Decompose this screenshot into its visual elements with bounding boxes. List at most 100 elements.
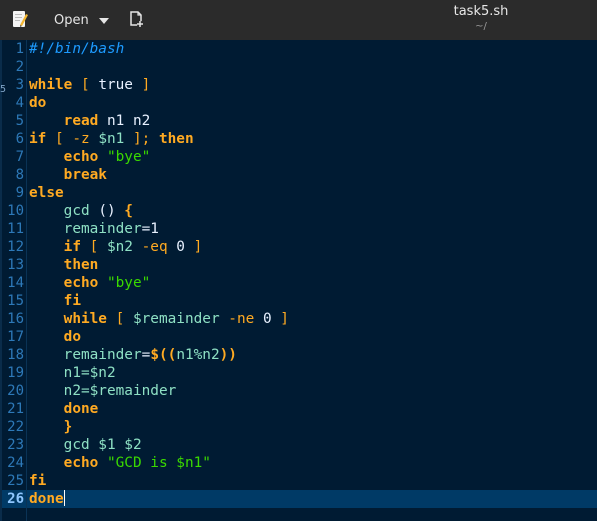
line-number: 1	[15, 41, 24, 57]
code-line-16[interactable]: while [ $remainder -ne 0 ]	[29, 310, 597, 328]
bracket-token: ]	[132, 77, 151, 93]
code-line-2[interactable]	[29, 58, 597, 76]
keyword-token: while	[63, 311, 107, 327]
code-line-26[interactable]: done	[29, 490, 597, 508]
keyword-token: do	[29, 95, 47, 111]
document-path: ~/	[475, 21, 487, 32]
code-line-10[interactable]: gcd () {	[29, 202, 597, 220]
code-line-1[interactable]: #!/bin/bash	[29, 40, 597, 58]
variable-token: n2	[63, 383, 81, 399]
option-token: -eq	[132, 239, 168, 255]
bracket-token: ]	[271, 311, 289, 327]
code-line-8[interactable]: break	[29, 166, 597, 184]
code-line-5[interactable]: read n1 n2	[29, 112, 597, 130]
code-line-18[interactable]: remainder=$((n1%n2))	[29, 346, 597, 364]
open-button[interactable]: Open	[44, 6, 119, 34]
line-number: 8	[15, 167, 24, 183]
keyword-token: echo	[63, 275, 99, 291]
keyword-token: then	[150, 131, 194, 147]
new-document-icon[interactable]	[128, 10, 148, 30]
chevron-down-icon	[98, 18, 109, 24]
expression-token: n1%n2	[176, 347, 220, 363]
word-token: 0	[254, 311, 272, 327]
code-line-7[interactable]: echo "bye"	[29, 148, 597, 166]
text-editor-icon	[12, 10, 28, 28]
variable-token: remainder	[63, 221, 142, 237]
line-number: 23	[7, 437, 24, 453]
variable-token: $remainder	[124, 311, 220, 327]
line-number: 21	[7, 401, 24, 417]
code-line-23[interactable]: gcd $1 $2	[29, 436, 597, 454]
line-number: 25	[7, 473, 24, 489]
text-cursor	[63, 490, 65, 506]
word-token: =1	[141, 221, 159, 237]
bracket-token: ]	[184, 239, 203, 255]
code-line-15[interactable]: fi	[29, 292, 597, 310]
code-line-6[interactable]: if [ -z $n1 ]; then	[29, 130, 597, 148]
brace-token: {	[115, 203, 133, 219]
variable-token: remainder	[63, 347, 142, 363]
keyword-token: fi	[63, 293, 81, 309]
code-line-9[interactable]: else	[29, 184, 597, 202]
variable-token: n1	[63, 365, 81, 381]
operator-token: =	[141, 347, 151, 363]
line-number: 17	[7, 329, 24, 345]
line-number: 16	[7, 311, 24, 327]
keyword-token: echo	[63, 455, 99, 471]
window-title: task5.sh ~/	[420, 4, 542, 34]
line-number: 19	[7, 365, 24, 381]
keyword-token: done	[63, 401, 99, 417]
line-number: 6	[15, 131, 24, 147]
code-line-14[interactable]: echo "bye"	[29, 274, 597, 292]
bracket-token: [	[46, 131, 64, 147]
code-line-4[interactable]: do	[29, 94, 597, 112]
line-number: 15	[7, 293, 24, 309]
line-number: 9	[15, 185, 24, 201]
line-number: 14	[7, 275, 24, 291]
code-line-22[interactable]: }	[29, 418, 597, 436]
subshell-token: ))	[219, 347, 237, 363]
code-line-3[interactable]: while [ true ]	[29, 76, 597, 94]
variable-token: $n2	[98, 239, 133, 255]
code-line-17[interactable]: do	[29, 328, 597, 346]
keyword-token: if	[29, 131, 47, 147]
string-token: "GCD is $n1"	[98, 455, 211, 471]
editor-area[interactable]: 5 1 2 3 4 5 6 7 8 9 10 11 12 13 14 15 16 17 18 19 20 21 22 23 2…	[0, 40, 597, 521]
word-token: 0	[167, 239, 185, 255]
code-area[interactable]: #!/bin/bash while [ true ] do read n1 n2…	[29, 40, 597, 508]
code-line-11[interactable]: remainder=1	[29, 220, 597, 238]
code-line-19[interactable]: n1=$n2	[29, 364, 597, 382]
line-number: 11	[7, 221, 24, 237]
string-token: "bye"	[98, 149, 151, 165]
code-line-13[interactable]: then	[29, 256, 597, 274]
line-number: 18	[7, 347, 24, 363]
bracket-token: ];	[124, 131, 151, 147]
code-line-12[interactable]: if [ $n2 -eq 0 ]	[29, 238, 597, 256]
function-name-token: gcd	[63, 203, 99, 219]
keyword-token: break	[63, 167, 107, 183]
code-line-24[interactable]: echo "GCD is $n1"	[29, 454, 597, 472]
line-number: 13	[7, 257, 24, 273]
bracket-token: [	[80, 239, 99, 255]
code-line-25[interactable]: fi	[29, 472, 597, 490]
keyword-token: if	[63, 239, 81, 255]
bracket-token: [	[72, 77, 90, 93]
line-number: 2	[15, 59, 24, 75]
line-number: 12	[7, 239, 24, 255]
brace-token: }	[63, 419, 73, 435]
line-number: 20	[7, 383, 24, 399]
line-number: 24	[7, 455, 24, 471]
code-line-21[interactable]: done	[29, 400, 597, 418]
code-line-20[interactable]: n2=$remainder	[29, 382, 597, 400]
line-number: 10	[7, 203, 24, 219]
line-number: 7	[15, 149, 24, 165]
